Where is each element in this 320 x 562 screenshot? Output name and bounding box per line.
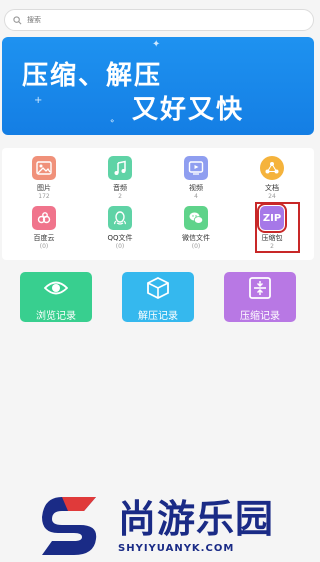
category-count: 24 — [268, 193, 276, 200]
compress-icon — [249, 277, 271, 299]
category-video[interactable]: 视频 4 — [166, 156, 226, 206]
category-count: 4 — [194, 193, 198, 200]
category-images[interactable]: 图片 172 — [14, 156, 74, 206]
category-audio[interactable]: 音频 2 — [90, 156, 150, 206]
qq-icon — [108, 206, 132, 230]
search-bar[interactable] — [4, 9, 314, 31]
sparkle-icon: ✦ — [152, 39, 161, 50]
box-icon — [147, 276, 169, 300]
banner-subheadline: 又好又快 — [132, 95, 245, 125]
category-count: (0) — [39, 243, 49, 250]
video-icon — [184, 156, 208, 180]
button-label: 浏览记录 — [36, 311, 76, 322]
button-label: 解压记录 — [138, 311, 178, 322]
search-icon — [13, 15, 22, 24]
category-count: (0) — [191, 243, 201, 250]
category-wechat-files[interactable]: 微信文件 (0) — [166, 206, 226, 256]
category-baidu-cloud[interactable]: 百度云 (0) — [14, 206, 74, 256]
category-label: 音频 — [113, 184, 127, 192]
category-qq-files[interactable]: QQ文件 (0) — [90, 206, 150, 256]
category-count: (0) — [115, 243, 125, 250]
category-label: QQ文件 — [107, 234, 133, 242]
image-icon — [32, 156, 56, 180]
category-count: 2 — [118, 193, 122, 200]
document-icon — [260, 156, 284, 180]
category-label: 微信文件 — [182, 234, 210, 242]
category-label: 百度云 — [33, 234, 55, 242]
category-count: 172 — [38, 193, 50, 200]
sparkle-icon: ⋄ — [110, 117, 115, 125]
sparkle-icon: + — [34, 95, 43, 106]
wechat-icon — [184, 206, 208, 230]
category-label: 文档 — [265, 184, 279, 192]
search-input[interactable] — [27, 16, 287, 24]
browse-history-button[interactable]: 浏览记录 — [20, 272, 92, 322]
watermark-brand: 尚游乐园 — [118, 497, 275, 541]
extract-history-button[interactable]: 解压记录 — [122, 272, 194, 322]
watermark-logo-icon — [42, 497, 97, 555]
category-label: 图片 — [37, 184, 51, 192]
eye-icon — [43, 281, 69, 295]
music-icon — [108, 156, 132, 180]
category-documents[interactable]: 文档 24 — [242, 156, 302, 206]
highlight-box — [255, 202, 300, 253]
compress-history-button[interactable]: 压缩记录 — [224, 272, 296, 322]
category-label: 视频 — [189, 184, 203, 192]
promo-banner[interactable]: ✦ + ⋄ 压缩、解压 又好又快 — [2, 37, 314, 135]
baidu-cloud-icon — [32, 206, 56, 230]
watermark-url: SHYIYUANYK.COM — [118, 543, 235, 554]
button-label: 压缩记录 — [240, 311, 280, 322]
banner-headline: 压缩、解压 — [22, 61, 163, 91]
category-grid: 图片 172 音频 2 视频 4 文档 24 百度云 (0) QQ文件 (0) … — [2, 148, 314, 260]
